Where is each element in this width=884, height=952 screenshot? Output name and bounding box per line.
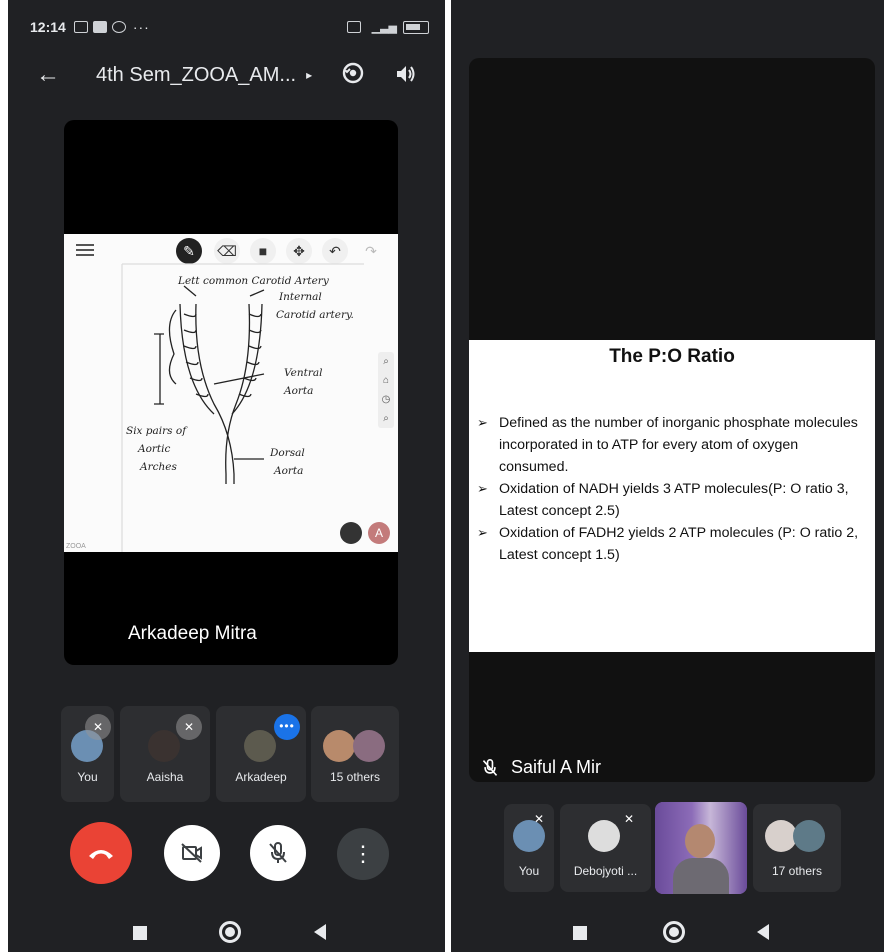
slide-bullets: Defined as the number of inorganic phosp… xyxy=(469,412,875,566)
speaking-indicator-icon: ••• xyxy=(274,714,300,740)
slide-bullet: Oxidation of NADH yields 3 ATP molecules… xyxy=(477,478,865,522)
participant-name: You xyxy=(518,864,540,878)
zoom-tools[interactable]: ⌕ ⌂ ◷ ⌕ xyxy=(378,352,394,428)
participant-tile-you[interactable]: ✕ You xyxy=(61,706,114,802)
battery-icon xyxy=(403,20,429,34)
meeting-title[interactable]: 4th Sem_ZOOA_AM... xyxy=(96,64,296,87)
data-saver-icon xyxy=(346,21,361,33)
participant-tile-you[interactable]: ✕ You xyxy=(504,804,554,892)
more-notifications-icon: ··· xyxy=(132,19,150,35)
back-arrow-icon[interactable]: ← xyxy=(36,61,66,89)
home-icon[interactable] xyxy=(663,921,685,943)
label-carotid-artery: Carotid artery. xyxy=(276,309,354,321)
right-phone-screen: The P:O Ratio Defined as the number of i… xyxy=(451,0,884,952)
avatar xyxy=(323,730,355,762)
mic-off-icon xyxy=(482,758,498,776)
mic-toggle-button[interactable] xyxy=(250,825,306,881)
sync-icon xyxy=(111,21,126,33)
notification-icon xyxy=(73,21,88,33)
participant-name: Aaisha xyxy=(146,770,184,784)
label-dorsal-aorta: Aorta xyxy=(273,465,303,477)
user-avatar[interactable]: A xyxy=(368,522,390,544)
mic-off-icon: ✕ xyxy=(85,714,111,740)
avatar xyxy=(588,820,620,852)
label-internal: Internal xyxy=(278,291,322,303)
back-icon[interactable] xyxy=(314,924,326,940)
aortic-arches-sketch: Lett common Carotid Artery Internal Caro… xyxy=(121,263,364,552)
participant-tile-others[interactable]: 15 others xyxy=(311,706,399,802)
mic-off-icon: ✕ xyxy=(176,714,202,740)
presentation-slide: The P:O Ratio Defined as the number of i… xyxy=(469,340,875,652)
label-six-pairs: Six pairs of xyxy=(126,425,188,437)
avatar xyxy=(353,730,385,762)
recents-icon[interactable] xyxy=(573,926,587,940)
camera-off-icon xyxy=(181,843,202,863)
back-icon[interactable] xyxy=(757,924,769,940)
participant-name: 15 others xyxy=(329,770,381,784)
board-footer: ZOOA xyxy=(66,543,86,550)
participant-face xyxy=(685,824,715,858)
phone-hangup-icon xyxy=(89,850,113,859)
slide-bullet: Oxidation of FADH2 yields 2 ATP molecule… xyxy=(477,522,865,566)
label-common-carotid: Lett common Carotid Artery xyxy=(177,275,330,287)
participant-video-tile[interactable] xyxy=(655,802,747,894)
mic-off-icon xyxy=(269,842,287,863)
avatar xyxy=(148,730,180,762)
speaker-name: Arkadeep Mitra xyxy=(128,623,257,644)
label-ventral: Ventral xyxy=(284,367,322,379)
label-ventral-aorta: Aorta xyxy=(283,385,313,397)
participant-tile-aaisha[interactable]: ✕ Aaisha xyxy=(120,706,210,802)
end-call-button[interactable] xyxy=(70,822,132,884)
participant-body xyxy=(673,858,729,894)
more-options-button[interactable]: ⋮ xyxy=(337,828,389,880)
expand-caret-icon[interactable]: ▸ xyxy=(306,68,312,82)
mic-off-icon: ✕ xyxy=(533,812,545,826)
participant-tile-debojyoti[interactable]: ✕ Debojyoti ... xyxy=(560,804,651,892)
recents-icon[interactable] xyxy=(133,926,147,940)
avatar xyxy=(244,730,276,762)
gmail-icon xyxy=(92,21,107,33)
slide-title: The P:O Ratio xyxy=(609,346,735,367)
signal-icon: ▁▃▅ xyxy=(371,21,397,34)
label-dorsal: Dorsal xyxy=(269,447,305,459)
label-arches: Arches xyxy=(139,461,177,473)
participant-name: Arkadeep xyxy=(235,770,287,784)
speaker-label: Saiful A Mir xyxy=(481,757,601,778)
slide-bullet: Defined as the number of inorganic phosp… xyxy=(477,412,865,478)
participant-name: 17 others xyxy=(771,864,823,878)
status-bar: 12:14 ··· ▁▃▅ xyxy=(30,16,429,38)
avatar xyxy=(793,820,825,852)
left-phone-screen: 12:14 ··· ▁▃▅ ← 4th Sem_ZOOA_AM... ▸ ✎ ⌫… xyxy=(8,0,445,952)
app-bar: ← 4th Sem_ZOOA_AM... ▸ xyxy=(8,58,445,92)
label-aortic: Aortic xyxy=(137,443,171,455)
android-nav-bar xyxy=(8,912,445,952)
participant-name: Debojyoti ... xyxy=(573,864,638,878)
main-video-tile[interactable]: The P:O Ratio Defined as the number of i… xyxy=(469,58,875,782)
camera-toggle-button[interactable] xyxy=(164,825,220,881)
speaker-icon[interactable] xyxy=(394,62,418,92)
main-video-tile[interactable]: ✎ ⌫ ■ ✥ ↶ ↷ Lett common Carotid Artery I… xyxy=(64,120,398,665)
whiteboard-share: ✎ ⌫ ■ ✥ ↶ ↷ Lett common Carotid Artery I… xyxy=(64,234,398,552)
presenter-avatar xyxy=(340,522,362,544)
mic-off-icon: ✕ xyxy=(623,812,635,826)
home-icon[interactable] xyxy=(219,921,241,943)
participant-tile-arkadeep[interactable]: ••• Arkadeep xyxy=(216,706,306,802)
participant-name: You xyxy=(77,770,98,784)
status-time: 12:14 xyxy=(30,19,66,35)
participant-tile-others[interactable]: 17 others xyxy=(753,804,841,892)
switch-camera-icon[interactable] xyxy=(340,60,366,92)
speaker-name: Saiful A Mir xyxy=(511,757,602,777)
android-nav-bar xyxy=(451,912,884,952)
